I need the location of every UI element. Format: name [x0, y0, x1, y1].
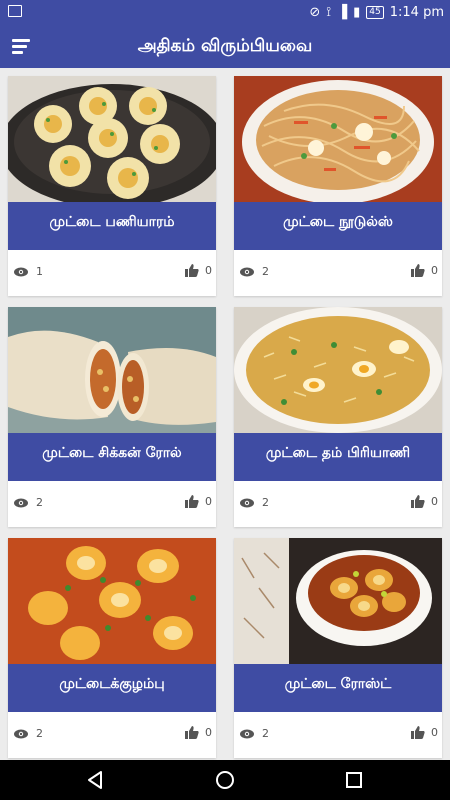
recipe-photo	[234, 538, 442, 664]
home-icon[interactable]	[213, 768, 237, 792]
recipe-title: முட்டை சிக்கன் ரோல்	[8, 433, 216, 481]
view-count-value: 1	[36, 265, 43, 278]
like-count-value: 0	[431, 264, 438, 277]
back-icon[interactable]	[84, 768, 108, 792]
recipe-title: முட்டை நூடுல்ஸ்	[234, 202, 442, 250]
battery-icon: 45	[366, 5, 384, 19]
view-count-value: 2	[36, 496, 43, 509]
recipe-title: முட்டை தம் பிரியாணி	[234, 433, 442, 481]
view-count-value: 2	[262, 265, 269, 278]
wifi-icon: ▮	[353, 4, 361, 20]
thumbs-up-icon	[185, 726, 199, 739]
gallery-notification-icon	[8, 5, 22, 17]
view-count: 2	[240, 496, 269, 509]
like-button[interactable]: 0	[185, 495, 212, 508]
recipe-photo	[8, 538, 216, 664]
recipe-card[interactable]: முட்டை பணியாரம் 1 0	[8, 76, 216, 296]
status-bar: ⊘ ⟟ ▐ ▮ 45 1:14 pm	[0, 0, 450, 24]
eye-icon	[240, 498, 254, 507]
recipe-stats: 2 0	[234, 712, 442, 758]
like-button[interactable]: 0	[411, 495, 438, 508]
like-count-value: 0	[431, 495, 438, 508]
eye-icon	[240, 729, 254, 738]
page-title: அதிகம் விரும்பியவை	[137, 36, 313, 56]
view-count: 2	[14, 496, 43, 509]
view-count-value: 2	[262, 496, 269, 509]
thumbs-up-icon	[411, 726, 425, 739]
app-bar: அதிகம் விரும்பியவை	[0, 24, 450, 68]
recipe-title: முட்டைக்குழம்பு	[8, 664, 216, 712]
view-count: 2	[240, 265, 269, 278]
recipe-stats: 2 0	[8, 712, 216, 758]
thumbs-up-icon	[411, 495, 425, 508]
like-button[interactable]: 0	[411, 264, 438, 277]
recipe-photo	[8, 307, 216, 433]
eye-icon	[14, 729, 28, 738]
like-count-value: 0	[205, 726, 212, 739]
like-button[interactable]: 0	[411, 726, 438, 739]
thumbs-up-icon	[185, 264, 199, 277]
recipe-stats: 2 0	[234, 481, 442, 527]
recipe-photo	[234, 307, 442, 433]
do-not-disturb-icon: ⊘	[309, 4, 321, 20]
recipe-card[interactable]: முட்டை ரோஸ்ட் 2 0	[234, 538, 442, 758]
status-icons: ⊘ ⟟ ▐ ▮ 45 1:14 pm	[309, 0, 444, 24]
vibrate-icon: ⟟	[326, 4, 332, 20]
eye-icon	[240, 267, 254, 276]
view-count-value: 2	[36, 727, 43, 740]
recipe-card[interactable]: முட்டை நூடுல்ஸ் 2 0	[234, 76, 442, 296]
system-nav-bar	[0, 760, 450, 800]
recipe-stats: 2 0	[234, 250, 442, 296]
thumbs-up-icon	[185, 495, 199, 508]
recipe-card[interactable]: முட்டை சிக்கன் ரோல் 2 0	[8, 307, 216, 527]
like-count-value: 0	[205, 495, 212, 508]
like-count-value: 0	[205, 264, 212, 277]
eye-icon	[14, 267, 28, 276]
eye-icon	[14, 498, 28, 507]
signal-icon: ▐	[337, 4, 348, 20]
view-count: 2	[240, 727, 269, 740]
view-count-value: 2	[262, 727, 269, 740]
like-count-value: 0	[431, 726, 438, 739]
recipe-stats: 1 0	[8, 250, 216, 296]
clock: 1:14 pm	[389, 4, 444, 20]
view-count: 1	[14, 265, 43, 278]
like-button[interactable]: 0	[185, 726, 212, 739]
recipe-stats: 2 0	[8, 481, 216, 527]
like-button[interactable]: 0	[185, 264, 212, 277]
recipe-card[interactable]: முட்டை தம் பிரியாணி 2 0	[234, 307, 442, 527]
recipe-photo	[8, 76, 216, 202]
view-count: 2	[14, 727, 43, 740]
recent-apps-icon[interactable]	[342, 768, 366, 792]
thumbs-up-icon	[411, 264, 425, 277]
recipe-photo	[234, 76, 442, 202]
recipe-title: முட்டை ரோஸ்ட்	[234, 664, 442, 712]
recipe-title: முட்டை பணியாரம்	[8, 202, 216, 250]
recipe-card[interactable]: முட்டைக்குழம்பு 2 0	[8, 538, 216, 758]
